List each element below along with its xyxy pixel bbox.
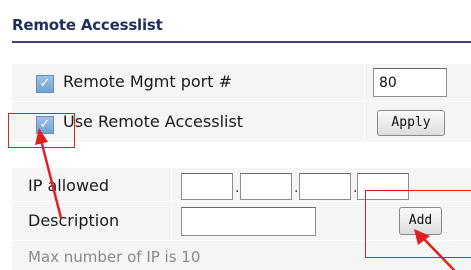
arrow-line-add: [420, 235, 456, 270]
annotation-arrows: [35, 128, 456, 270]
arrow-head-checkbox: [35, 128, 48, 145]
arrow-line-checkbox: [39, 138, 63, 220]
